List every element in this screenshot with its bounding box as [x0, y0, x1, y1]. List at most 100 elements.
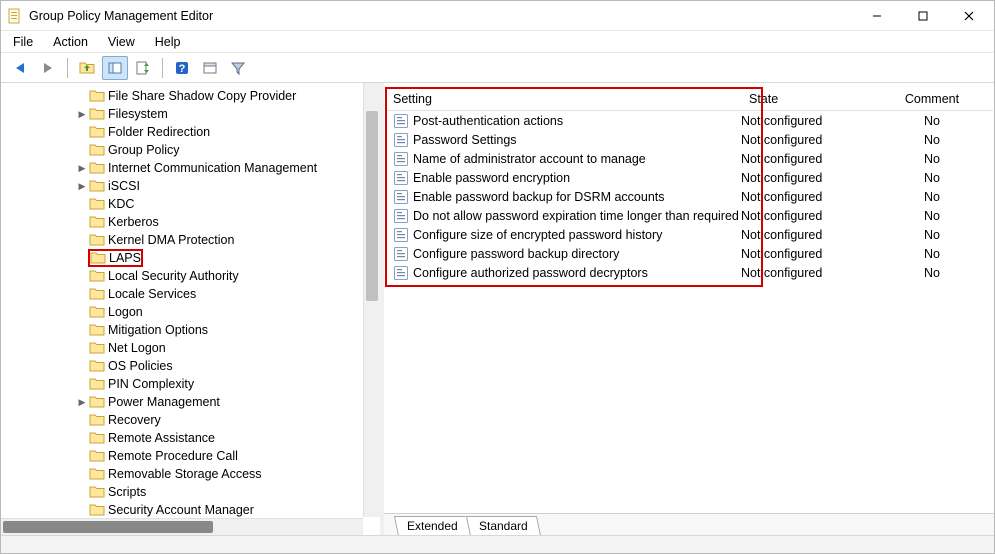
column-header-state[interactable]: State — [741, 89, 871, 109]
menu-action[interactable]: Action — [45, 33, 96, 51]
tree-item-label: File Share Shadow Copy Provider — [108, 89, 296, 103]
up-button[interactable] — [74, 56, 100, 80]
window-title: Group Policy Management Editor — [29, 9, 213, 23]
tree-item[interactable]: Remote Procedure Call — [1, 447, 380, 465]
setting-row[interactable]: Configure size of encrypted password his… — [385, 225, 993, 244]
tree-item-label: Local Security Authority — [108, 269, 239, 283]
filter-button[interactable] — [225, 56, 251, 80]
setting-row[interactable]: Post-authentication actionsNot configure… — [385, 111, 993, 130]
setting-cell-name: Configure size of encrypted password his… — [385, 227, 741, 243]
tab-extended[interactable]: Extended — [394, 516, 471, 535]
setting-cell-name: Password Settings — [385, 132, 741, 148]
setting-icon — [393, 113, 409, 129]
tree-item[interactable]: Remote Assistance — [1, 429, 380, 447]
setting-cell-comment: No — [871, 247, 993, 261]
tree-item[interactable]: File Share Shadow Copy Provider — [1, 87, 380, 105]
tree-item[interactable]: Scripts — [1, 483, 380, 501]
maximize-button[interactable] — [900, 2, 946, 30]
folder-icon — [89, 430, 105, 446]
setting-icon — [393, 265, 409, 281]
folder-icon — [89, 232, 105, 248]
svg-text:?: ? — [179, 63, 186, 75]
folder-icon — [89, 322, 105, 338]
setting-cell-state: Not configured — [741, 266, 871, 280]
tree-item[interactable]: Local Security Authority — [1, 267, 380, 285]
setting-row[interactable]: Do not allow password expiration time lo… — [385, 206, 993, 225]
folder-icon — [89, 214, 105, 230]
minimize-button[interactable] — [854, 2, 900, 30]
tree-item[interactable]: KDC — [1, 195, 380, 213]
tree-item-label: Locale Services — [108, 287, 196, 301]
tree-item[interactable]: Folder Redirection — [1, 123, 380, 141]
tree-item-label: Security Account Manager — [108, 503, 254, 517]
setting-row[interactable]: Name of administrator account to manageN… — [385, 149, 993, 168]
tree-item[interactable]: Security Account Manager — [1, 501, 380, 519]
menu-view[interactable]: View — [100, 33, 143, 51]
tree-item[interactable]: Mitigation Options — [1, 321, 380, 339]
column-header-comment[interactable]: Comment — [871, 89, 993, 109]
setting-cell-comment: No — [871, 209, 993, 223]
properties-button[interactable] — [102, 56, 128, 80]
menu-file[interactable]: File — [5, 33, 41, 51]
tree-item[interactable]: Recovery — [1, 411, 380, 429]
tree-vertical-scrollbar[interactable] — [363, 83, 380, 517]
tree-item[interactable]: Group Policy — [1, 141, 380, 159]
tree-item-label: Folder Redirection — [108, 125, 210, 139]
expander-icon[interactable]: ▶ — [75, 163, 89, 174]
scrollbar-thumb[interactable] — [3, 521, 213, 533]
tree-item[interactable]: ▶Internet Communication Management — [1, 159, 380, 177]
back-button[interactable] — [7, 56, 33, 80]
tree-item[interactable]: Kernel DMA Protection — [1, 231, 380, 249]
tree-item[interactable]: ▶Filesystem — [1, 105, 380, 123]
tree-scroll[interactable]: File Share Shadow Copy Provider ▶Filesyst… — [1, 83, 380, 535]
help-button[interactable]: ? — [169, 56, 195, 80]
folder-icon — [89, 124, 105, 140]
tree-item[interactable]: Locale Services — [1, 285, 380, 303]
setting-cell-name: Enable password backup for DSRM accounts — [385, 189, 741, 205]
expander-icon[interactable]: ▶ — [75, 109, 89, 120]
tree-item-label: PIN Complexity — [108, 377, 194, 391]
tab-standard[interactable]: Standard — [466, 516, 541, 535]
tree-horizontal-scrollbar[interactable] — [1, 518, 363, 535]
setting-cell-comment: No — [871, 228, 993, 242]
expander-icon[interactable]: ▶ — [75, 397, 89, 408]
tree-item-selected: LAPS — [89, 250, 142, 266]
folder-icon — [89, 142, 105, 158]
tree-item[interactable]: LAPS — [1, 249, 380, 267]
toolbar: ? — [1, 53, 994, 83]
folder-icon — [89, 484, 105, 500]
tree-item[interactable]: ▶iSCSI — [1, 177, 380, 195]
tree-item[interactable]: OS Policies — [1, 357, 380, 375]
show-hide-tree-button[interactable] — [197, 56, 223, 80]
close-button[interactable] — [946, 2, 992, 30]
tree-item-label: KDC — [108, 197, 134, 211]
tree-item-label: Logon — [108, 305, 143, 319]
tree-item[interactable]: Net Logon — [1, 339, 380, 357]
export-button[interactable] — [130, 56, 156, 80]
setting-cell-state: Not configured — [741, 209, 871, 223]
menu-help[interactable]: Help — [147, 33, 189, 51]
expander-icon[interactable]: ▶ — [75, 181, 89, 192]
setting-row[interactable]: Enable password backup for DSRM accounts… — [385, 187, 993, 206]
forward-button[interactable] — [35, 56, 61, 80]
tree-item-label: OS Policies — [108, 359, 173, 373]
setting-cell-comment: No — [871, 190, 993, 204]
folder-icon — [89, 106, 105, 122]
tree-item[interactable]: Logon — [1, 303, 380, 321]
setting-row[interactable]: Configure password backup directoryNot c… — [385, 244, 993, 263]
scrollbar-thumb[interactable] — [366, 111, 378, 301]
tree-item[interactable]: Kerberos — [1, 213, 380, 231]
setting-row[interactable]: Configure authorized password decryptors… — [385, 263, 993, 282]
setting-cell-state: Not configured — [741, 247, 871, 261]
setting-row[interactable]: Enable password encryptionNot configured… — [385, 168, 993, 187]
tree-item[interactable]: Removable Storage Access — [1, 465, 380, 483]
setting-cell-comment: No — [871, 114, 993, 128]
app-window: Group Policy Management Editor File Acti… — [0, 0, 995, 554]
settings-list[interactable]: Post-authentication actionsNot configure… — [385, 111, 993, 513]
folder-icon — [89, 88, 105, 104]
tree-item[interactable]: ▶Power Management — [1, 393, 380, 411]
column-header-setting[interactable]: Setting — [385, 89, 741, 109]
tree-item[interactable]: PIN Complexity — [1, 375, 380, 393]
setting-row[interactable]: Password SettingsNot configuredNo — [385, 130, 993, 149]
tree-item-label: Scripts — [108, 485, 146, 499]
